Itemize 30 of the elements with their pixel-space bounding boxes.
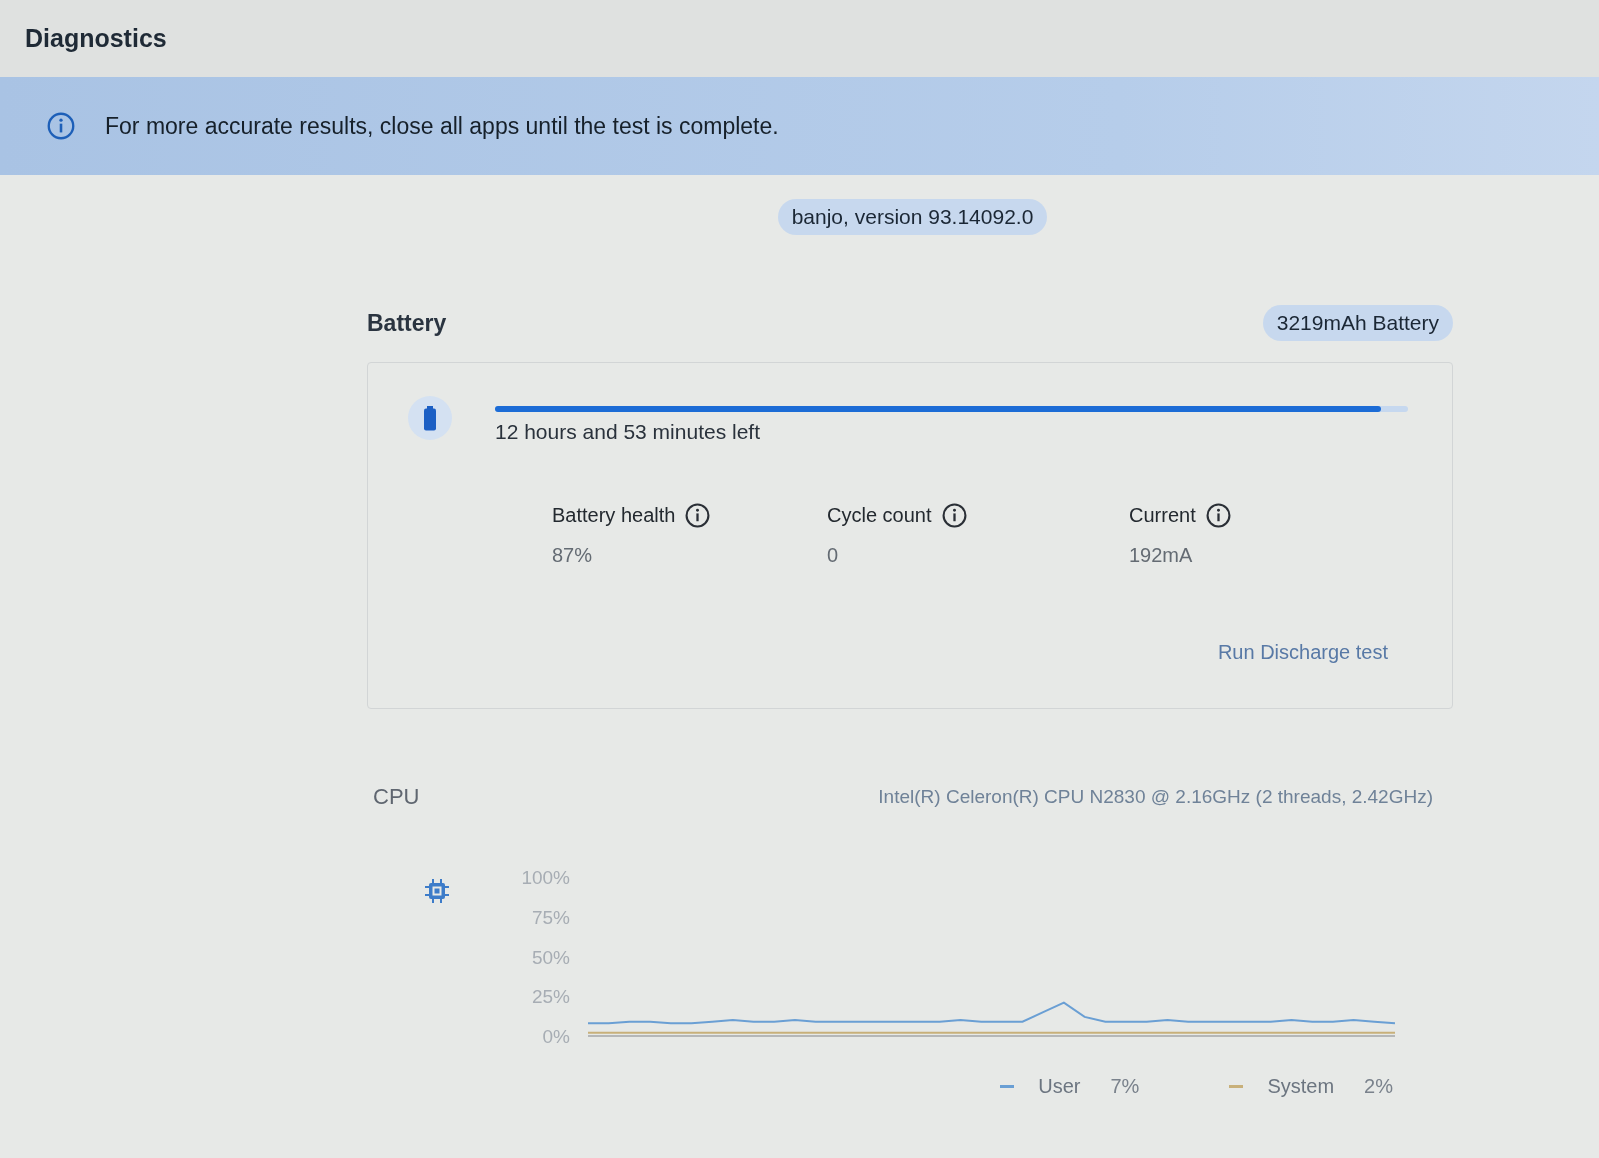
capacity-badge: 3219mAh Battery	[1262, 305, 1453, 341]
y-tick-label: 0%	[542, 1026, 570, 1047]
info-icon	[47, 112, 75, 140]
cpu-model-text: Intel(R) Celeron(R) CPU N2830 @ 2.16GHz (2 threads, 2.42GHz)	[878, 786, 1433, 808]
battery-icon	[408, 396, 452, 440]
stat-label: Cycle count	[827, 503, 932, 527]
info-icon	[1205, 502, 1231, 528]
run-discharge-test-button[interactable]: Run Discharge test	[1217, 640, 1388, 664]
stat-value: 87%	[552, 543, 593, 567]
stat-value: 0	[827, 543, 839, 567]
y-tick-label: 100%	[521, 867, 570, 888]
info-icon	[941, 502, 967, 528]
legend-value: 2%	[1364, 1074, 1393, 1098]
stat-label: Current	[1129, 503, 1196, 527]
section-title: CPU	[373, 784, 420, 810]
y-tick-label: 25%	[531, 986, 570, 1008]
stat-label: Battery health	[552, 503, 676, 527]
legend-label: System	[1267, 1074, 1335, 1098]
section-title: Battery	[367, 309, 447, 337]
time-remaining-text: 12 hours and 53 minutes left	[495, 420, 760, 444]
stat-value: 192mA	[1129, 543, 1193, 567]
chip-icon	[424, 878, 450, 904]
version-badge: banjo, version 93.14092.0	[777, 199, 1048, 235]
page-title: Diagnostics	[25, 24, 167, 53]
banner-message: For more accurate results, close all apps until the test is complete.	[105, 112, 779, 140]
y-tick-label: 50%	[531, 946, 570, 968]
legend-value: 7%	[1110, 1074, 1140, 1098]
info-icon	[685, 502, 711, 528]
y-tick-label: 75%	[531, 906, 570, 928]
legend-label: User	[1038, 1074, 1081, 1098]
